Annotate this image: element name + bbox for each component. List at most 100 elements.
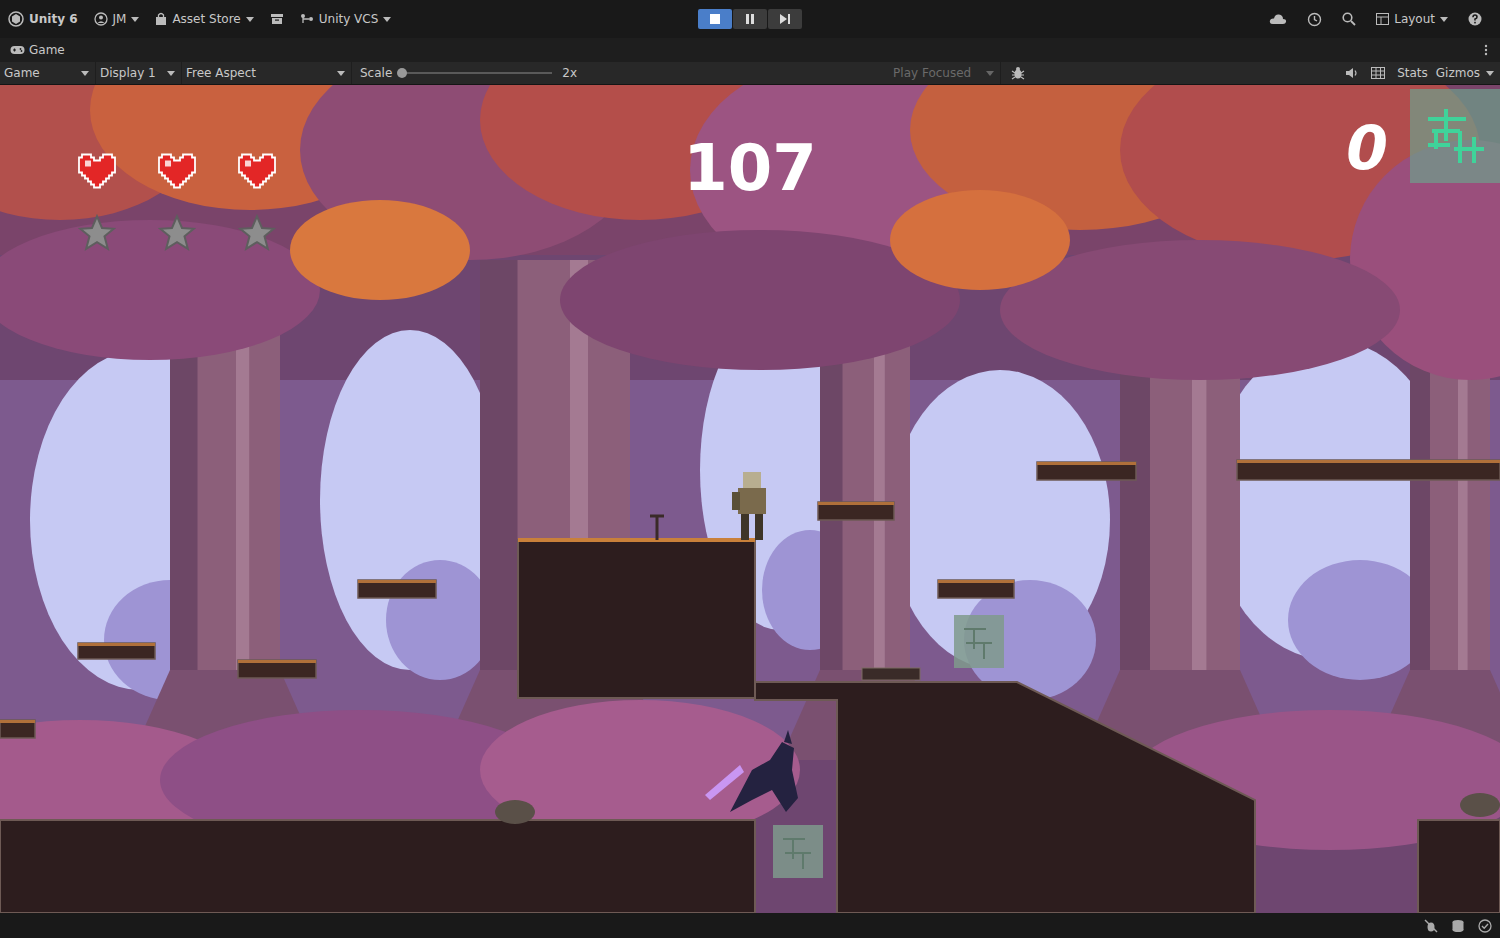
step-button[interactable] xyxy=(768,9,802,29)
caret-icon xyxy=(81,71,89,76)
unity-editor: Unity 6JMAsset StoreUnity VCSLayoutGameG… xyxy=(0,0,1500,938)
timer-counter: 107 xyxy=(0,133,1500,203)
scale-label: Scale xyxy=(360,66,392,80)
view-mode-dropdown[interactable]: Game xyxy=(0,62,96,84)
step-icon xyxy=(779,13,791,25)
cache-server-icon[interactable] xyxy=(1451,919,1465,933)
play-mode-dropdown: Play Focused xyxy=(889,62,1001,84)
account-label: JM xyxy=(113,12,127,26)
score-counter: 0 xyxy=(1346,115,1388,181)
game-view-toolbar: Game Display 1 Free Aspect Scale 2x Play Focu… xyxy=(0,62,1500,85)
stop-square-icon xyxy=(709,13,721,25)
gamepad-icon xyxy=(10,45,25,55)
floating-ledge xyxy=(818,502,894,520)
caret-icon xyxy=(246,17,254,22)
play-mode-label: Play Focused xyxy=(893,66,971,80)
game-tab[interactable]: Game xyxy=(10,43,65,57)
layout-label: Layout xyxy=(1394,12,1435,26)
ground-block xyxy=(518,540,755,698)
debug-off-icon[interactable] xyxy=(1424,919,1438,933)
hud-status xyxy=(76,151,278,253)
rock xyxy=(1460,793,1500,817)
asset-store-label: Asset Store xyxy=(172,12,240,26)
signpost xyxy=(650,516,664,540)
vcs-dropdown[interactable]: Unity VCS xyxy=(300,12,392,26)
knight-player xyxy=(732,472,766,540)
main-toolbar: Unity 6 JM Asset Store Unity VCS Layout xyxy=(0,0,1500,38)
game-viewport[interactable]: 1070 xyxy=(0,85,1500,913)
tab-label: Game xyxy=(29,43,65,57)
store-bag-icon xyxy=(155,12,167,26)
bench xyxy=(862,668,920,680)
search-icon[interactable] xyxy=(1342,12,1356,26)
rune-icon xyxy=(1420,101,1490,171)
caret-icon xyxy=(167,71,175,76)
scale-reading: 2x xyxy=(562,66,577,80)
account-dropdown[interactable]: JM xyxy=(94,12,140,26)
ground-block xyxy=(0,820,755,913)
floating-ledge xyxy=(1037,462,1136,480)
caret-icon xyxy=(383,17,391,22)
check-circle-icon[interactable] xyxy=(1478,919,1492,933)
canopy-leaves xyxy=(0,220,320,360)
unity-logo-icon xyxy=(8,11,24,27)
star-icon xyxy=(156,213,198,253)
star-icon xyxy=(76,213,118,253)
panel-tab-row: Game xyxy=(0,38,1500,62)
scale-slider[interactable] xyxy=(402,72,552,74)
caret-icon xyxy=(1486,71,1494,76)
floating-ledge xyxy=(0,720,35,738)
play-button[interactable] xyxy=(698,9,732,29)
package-button[interactable] xyxy=(270,13,284,25)
rune-tile xyxy=(954,615,1004,668)
grid-icon[interactable] xyxy=(1371,67,1385,79)
floating-ledge xyxy=(358,580,436,598)
cloud-icon[interactable] xyxy=(1269,13,1287,25)
status-bar xyxy=(0,913,1500,938)
history-icon[interactable] xyxy=(1307,12,1322,27)
caret-icon xyxy=(131,17,139,22)
branch-icon xyxy=(300,13,314,25)
sloped-ground xyxy=(755,682,1255,913)
gizmos-dropdown[interactable]: Gizmos xyxy=(1436,66,1500,80)
product-label: Unity 6 xyxy=(29,12,78,26)
caret-icon xyxy=(337,71,345,76)
audio-icon[interactable] xyxy=(1345,67,1359,79)
ground-block xyxy=(1418,820,1500,913)
scale-knob[interactable] xyxy=(397,68,407,78)
aspect-dropdown[interactable]: Free Aspect xyxy=(182,62,352,84)
stats-button[interactable]: Stats xyxy=(1397,66,1436,80)
caret-icon xyxy=(1440,17,1448,22)
floating-ledge xyxy=(1237,460,1500,480)
unity-menu[interactable]: Unity 6 xyxy=(8,11,78,27)
gizmos-label: Gizmos xyxy=(1436,66,1480,80)
account-icon xyxy=(94,12,108,26)
game-scene xyxy=(0,85,1500,913)
layout-dropdown[interactable]: Layout xyxy=(1376,12,1448,26)
caret-icon xyxy=(986,71,994,76)
bug-icon[interactable] xyxy=(1011,66,1025,80)
asset-store-dropdown[interactable]: Asset Store xyxy=(155,12,253,26)
display-dropdown[interactable]: Display 1 xyxy=(96,62,182,84)
floating-ledge xyxy=(938,580,1014,598)
heart-icon xyxy=(236,151,278,191)
display-label: Display 1 xyxy=(100,66,156,80)
play-controls xyxy=(698,9,802,29)
layout-icon xyxy=(1376,13,1389,25)
canopy-leaves xyxy=(290,200,470,300)
star-icon xyxy=(236,213,278,253)
vcs-label: Unity VCS xyxy=(319,12,379,26)
floating-ledge xyxy=(238,660,316,678)
heart-icon xyxy=(156,151,198,191)
help-icon[interactable] xyxy=(1468,12,1482,26)
floating-ledge xyxy=(78,643,155,659)
pause-button[interactable] xyxy=(733,9,767,29)
rune-tile xyxy=(773,825,823,878)
shadow-demon-enemy xyxy=(705,730,798,812)
aspect-label: Free Aspect xyxy=(186,66,256,80)
grass-edge xyxy=(518,538,755,542)
rock xyxy=(495,800,535,824)
canopy-leaves xyxy=(890,190,1070,290)
more-options-icon[interactable] xyxy=(1484,44,1488,56)
minimap-button[interactable] xyxy=(1410,89,1500,183)
